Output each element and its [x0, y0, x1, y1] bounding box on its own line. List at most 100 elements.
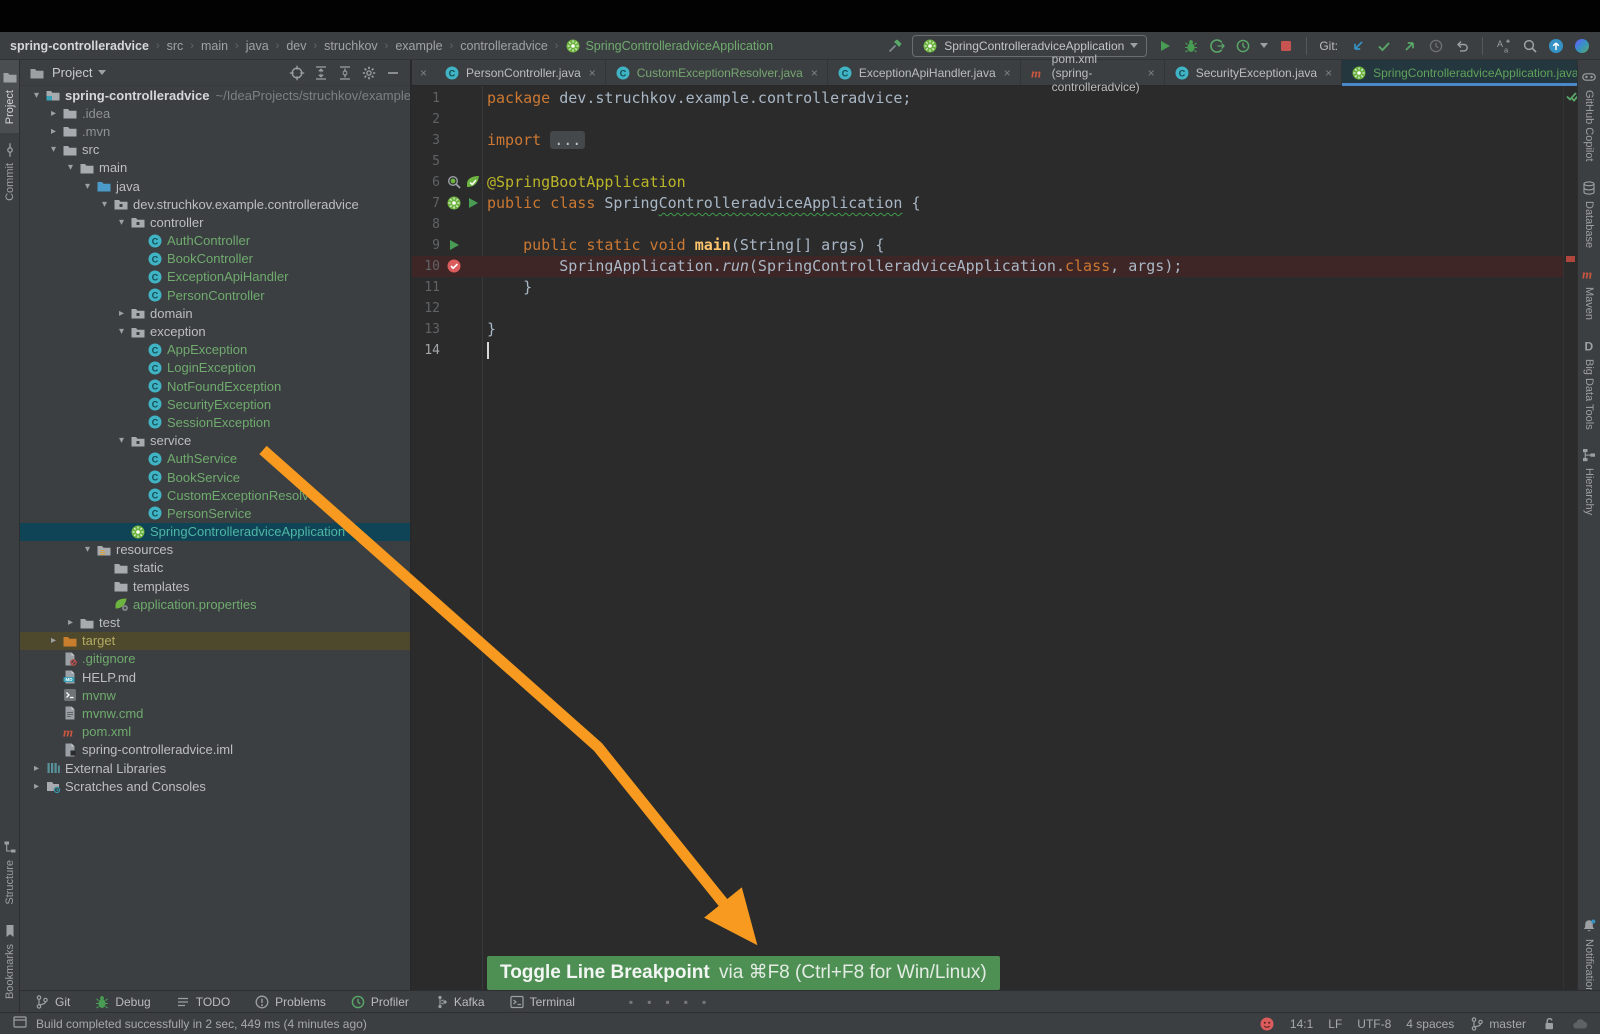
code-line[interactable]: 5 — [412, 151, 1563, 172]
tree-item[interactable]: ▾spring-controlleradvice~/IdeaProjects/s… — [20, 86, 410, 104]
close-tab-icon[interactable]: × — [1004, 66, 1011, 80]
line-number[interactable]: 9 — [412, 235, 440, 256]
git-rollback-icon[interactable] — [1453, 37, 1470, 54]
tree-item[interactable]: MDHELP.md — [20, 668, 410, 686]
tree-item[interactable]: ▸Scratches and Consoles — [20, 777, 410, 795]
tree-item[interactable]: mvnw.cmd — [20, 704, 410, 722]
tree-item[interactable]: ▾dev.struchkov.example.controlleradvice — [20, 195, 410, 213]
breadcrumb-item[interactable]: SpringControlleradviceApplication — [565, 38, 773, 54]
git-commit-check-icon[interactable] — [1375, 37, 1392, 54]
collapse-all-button-icon[interactable] — [336, 64, 354, 82]
tree-item[interactable]: ▸.idea — [20, 104, 410, 122]
tree-item[interactable]: CSecurityException — [20, 395, 410, 413]
tree-item[interactable]: ▾src — [20, 141, 410, 159]
editor-tab[interactable]: CExceptionApiHandler.java× — [828, 60, 1021, 85]
breadcrumb-item[interactable]: struchkov — [324, 39, 378, 53]
code-line[interactable]: 13} — [412, 319, 1563, 340]
tree-item[interactable]: ▸domain — [20, 304, 410, 322]
line-number[interactable]: 5 — [412, 151, 440, 172]
line-number[interactable]: 2 — [412, 109, 440, 130]
profiler-c-button-icon[interactable] — [1208, 37, 1225, 54]
code-editor[interactable]: 1package dev.struchkov.example.controlle… — [412, 86, 1577, 1012]
editor-tab[interactable]: mpom.xml (spring-controlleradvice)× — [1021, 60, 1165, 85]
expand-all-button-icon[interactable] — [312, 64, 330, 82]
tree-chevron[interactable]: ▾ — [96, 199, 113, 210]
tree-chevron[interactable]: ▾ — [45, 144, 62, 155]
close-tab-icon[interactable]: × — [811, 66, 818, 80]
chevron-down[interactable] — [98, 70, 106, 75]
editor-tab[interactable]: CCustomExceptionResolver.java× — [606, 60, 828, 85]
breadcrumb-item[interactable]: main — [201, 39, 228, 53]
code-line[interactable]: 7public class SpringControlleradviceAppl… — [412, 193, 1563, 214]
tree-item[interactable]: ▸External Libraries — [20, 759, 410, 777]
tree-chevron[interactable]: ▾ — [113, 217, 130, 228]
git-update-arrow-icon[interactable] — [1349, 37, 1366, 54]
code-line[interactable]: 14 — [412, 340, 1563, 361]
tree-chevron[interactable]: ▸ — [45, 635, 62, 646]
tree-item[interactable]: ▸test — [20, 613, 410, 631]
tool-strip-item-github-copilot[interactable]: GitHub Copilot — [1578, 60, 1600, 171]
code-line[interactable]: 12 — [412, 298, 1563, 319]
tool-window-button-kafka[interactable]: Kafka — [433, 994, 485, 1010]
line-number[interactable]: 1 — [412, 88, 440, 109]
tree-item[interactable]: CExceptionApiHandler — [20, 268, 410, 286]
tree-item[interactable]: static — [20, 559, 410, 577]
tool-window-button-terminal[interactable]: Terminal — [509, 994, 575, 1010]
locate-button-icon[interactable] — [288, 64, 306, 82]
breadcrumb-item[interactable]: src — [167, 39, 184, 53]
build-project-icon[interactable] — [886, 37, 903, 54]
tree-chevron[interactable]: ▾ — [113, 326, 130, 337]
tree-item[interactable]: spring-controlleradvice.iml — [20, 741, 410, 759]
ai-ball-button-icon[interactable] — [1573, 37, 1590, 54]
translate-button-icon[interactable]: Aa — [1495, 37, 1512, 54]
tree-item[interactable]: ▸target — [20, 632, 410, 650]
status-widget-4-spaces[interactable]: 4 spaces — [1406, 1017, 1454, 1031]
tool-strip-item-hierarchy[interactable]: Hierarchy — [1578, 438, 1600, 524]
tree-item[interactable]: SpringControlleradviceApplication — [20, 523, 410, 541]
code-line[interactable]: 1package dev.struchkov.example.controlle… — [412, 88, 1563, 109]
tree-item[interactable]: application.properties — [20, 595, 410, 613]
tree-item[interactable]: ▾controller — [20, 213, 410, 231]
tree-item[interactable]: CPersonController — [20, 286, 410, 304]
tree-item[interactable]: ▾main — [20, 159, 410, 177]
git-history-clock-icon[interactable] — [1427, 37, 1444, 54]
tree-item[interactable]: templates — [20, 577, 410, 595]
breadcrumb-item[interactable]: controlleradvice — [460, 39, 548, 53]
status-widget-14-1[interactable]: 14:1 — [1290, 1017, 1313, 1031]
editor-tab[interactable]: CPersonController.java× — [435, 60, 606, 85]
tool-window-button-debug[interactable]: Debug — [94, 994, 150, 1010]
code-line[interactable]: 6@SpringBootApplication — [412, 172, 1563, 193]
line-number[interactable]: 7 — [412, 193, 440, 214]
breadcrumb-item[interactable]: dev — [286, 39, 306, 53]
close-tab-icon[interactable]: × — [1325, 66, 1332, 80]
tree-chevron[interactable]: ▾ — [28, 90, 45, 101]
code-line[interactable]: 9 public static void main(String[] args)… — [412, 235, 1563, 256]
tree-item[interactable]: CBookService — [20, 468, 410, 486]
breadcrumb-item[interactable]: spring-controlleradvice — [10, 39, 149, 53]
tree-item[interactable]: mvnw — [20, 686, 410, 704]
tool-strip-item-structure[interactable]: Structure — [0, 830, 19, 914]
tool-strip-item-big-data-tools[interactable]: DBig Data Tools — [1578, 329, 1600, 439]
tree-item[interactable]: ▾java — [20, 177, 410, 195]
status-widget-lf[interactable]: LF — [1328, 1017, 1342, 1031]
tree-chevron[interactable]: ▾ — [79, 181, 96, 192]
bean-gutter-icon[interactable] — [446, 174, 462, 190]
tree-item[interactable]: mpom.xml — [20, 723, 410, 741]
tree-chevron[interactable]: ▾ — [79, 544, 96, 555]
tree-chevron[interactable]: ▸ — [113, 308, 130, 319]
tree-item[interactable]: CBookController — [20, 250, 410, 268]
tool-strip-item-bookmarks[interactable]: Bookmarks — [0, 914, 19, 1008]
tree-item[interactable]: CLoginException — [20, 359, 410, 377]
code-line[interactable]: 8 — [412, 214, 1563, 235]
scrolled-tab-close-icon[interactable]: × — [412, 60, 435, 85]
debug-bug-button-icon[interactable] — [1182, 37, 1199, 54]
status-widget[interactable] — [1259, 1016, 1275, 1032]
tree-chevron[interactable]: ▸ — [28, 763, 45, 774]
code-line[interactable]: 3import ... — [412, 130, 1563, 151]
spring-boot-gutter-icon[interactable] — [446, 195, 462, 211]
tree-item[interactable]: CAuthController — [20, 232, 410, 250]
settings-button-icon[interactable] — [360, 64, 378, 82]
tree-item[interactable]: CAppException — [20, 341, 410, 359]
breadcrumb-item[interactable]: example — [395, 39, 442, 53]
tree-chevron[interactable]: ▸ — [28, 781, 45, 792]
